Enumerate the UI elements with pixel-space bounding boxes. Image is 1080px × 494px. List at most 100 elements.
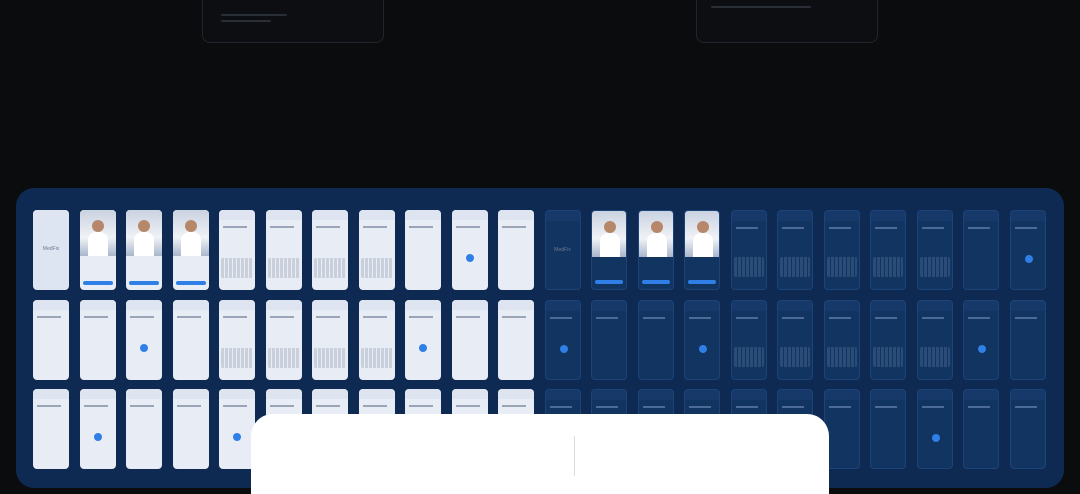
screen-header xyxy=(498,299,534,310)
keyboard xyxy=(267,347,300,368)
screen-thumbnail xyxy=(498,210,534,290)
keyboard xyxy=(267,258,300,278)
screen-thumbnail xyxy=(219,210,255,290)
doctor-photo xyxy=(172,210,209,256)
text-line xyxy=(828,316,851,319)
screen-header xyxy=(638,300,673,311)
screen-header xyxy=(638,390,673,400)
doctor-photo xyxy=(126,210,162,256)
keypad-dot xyxy=(140,343,148,352)
screen-thumbnail xyxy=(1009,389,1046,469)
keyboard xyxy=(780,346,810,367)
screen-header xyxy=(917,390,952,400)
screen-thumbnail xyxy=(637,210,674,290)
top-card-left xyxy=(202,0,384,43)
screen-thumbnail: MedFix xyxy=(33,210,69,290)
text-line xyxy=(409,226,433,228)
screen-thumbnail xyxy=(312,299,348,380)
screen-header xyxy=(172,299,209,310)
screen-thumbnail xyxy=(591,210,627,290)
screen-header xyxy=(405,210,441,220)
doctor-photo xyxy=(638,211,673,257)
screen-header xyxy=(126,299,162,310)
screen-thumbnail xyxy=(358,299,395,380)
doctor-photo xyxy=(592,211,626,257)
text-line xyxy=(642,316,665,319)
text-line xyxy=(409,405,433,407)
screen-header xyxy=(219,210,255,220)
keypad-dot xyxy=(419,343,427,352)
text-line xyxy=(316,315,340,318)
cta-button xyxy=(82,281,113,285)
top-card-line xyxy=(711,6,811,8)
screen-thumbnail xyxy=(312,210,348,290)
screen-header xyxy=(1010,211,1045,221)
keypad-dot xyxy=(1024,255,1033,263)
text-line xyxy=(968,227,990,229)
screen-header xyxy=(312,389,348,399)
screen-header xyxy=(964,390,998,400)
text-line xyxy=(502,315,526,318)
screen-header xyxy=(917,211,952,221)
screen-header xyxy=(451,210,488,220)
text-line xyxy=(316,226,340,228)
keypad-dot xyxy=(93,433,102,441)
text-line xyxy=(689,406,711,408)
screen-thumbnail xyxy=(916,299,953,380)
doctor-photo xyxy=(685,211,719,257)
text-line xyxy=(269,226,294,228)
screen-header xyxy=(824,300,859,311)
screen-thumbnail xyxy=(916,389,953,469)
screen-thumbnail xyxy=(637,299,674,380)
screen-thumbnail xyxy=(33,299,69,380)
keyboard xyxy=(780,257,810,277)
text-line xyxy=(455,315,480,318)
screen-thumbnail xyxy=(451,210,488,290)
text-line xyxy=(502,226,526,228)
text-line xyxy=(455,226,480,228)
text-line xyxy=(1014,227,1037,229)
screen-thumbnail xyxy=(219,389,255,469)
screen-thumbnail xyxy=(777,210,813,290)
text-line xyxy=(37,315,61,318)
screen-thumbnail xyxy=(916,210,953,290)
text-line xyxy=(549,406,572,408)
top-card-line xyxy=(221,14,287,16)
text-line xyxy=(596,406,618,408)
screen-header xyxy=(871,300,905,311)
screen-header xyxy=(871,390,905,400)
text-line xyxy=(176,405,201,407)
screen-thumbnail xyxy=(1009,299,1046,380)
screen-header xyxy=(79,299,116,310)
screen-thumbnail xyxy=(358,210,395,290)
screen-header xyxy=(358,389,395,399)
screen-header xyxy=(964,211,998,221)
screen-thumbnail xyxy=(777,299,813,380)
screen-header xyxy=(33,389,69,399)
screen-header xyxy=(33,210,69,220)
text-line xyxy=(875,316,897,319)
text-line xyxy=(782,406,804,408)
text-line xyxy=(1014,316,1037,319)
text-line xyxy=(735,316,758,319)
keypad-dot xyxy=(978,344,986,353)
screen-thumbnail xyxy=(684,299,720,380)
screen-thumbnail xyxy=(33,389,69,469)
keyboard xyxy=(733,257,764,277)
keypad-dot xyxy=(931,434,940,442)
text-line xyxy=(130,315,154,318)
text-line xyxy=(549,316,572,319)
screen-header xyxy=(265,299,302,310)
screen-header xyxy=(871,211,905,221)
screen-header xyxy=(265,389,302,399)
text-line xyxy=(362,315,387,318)
screen-header xyxy=(172,389,209,399)
screen-thumbnail xyxy=(172,210,209,290)
top-card-right xyxy=(696,0,878,43)
text-line xyxy=(921,406,944,408)
screen-thumbnail xyxy=(963,210,999,290)
doctor-photo xyxy=(79,210,116,256)
screen-thumbnail xyxy=(730,210,767,290)
screen-thumbnail xyxy=(265,299,302,380)
text-line xyxy=(269,315,294,318)
